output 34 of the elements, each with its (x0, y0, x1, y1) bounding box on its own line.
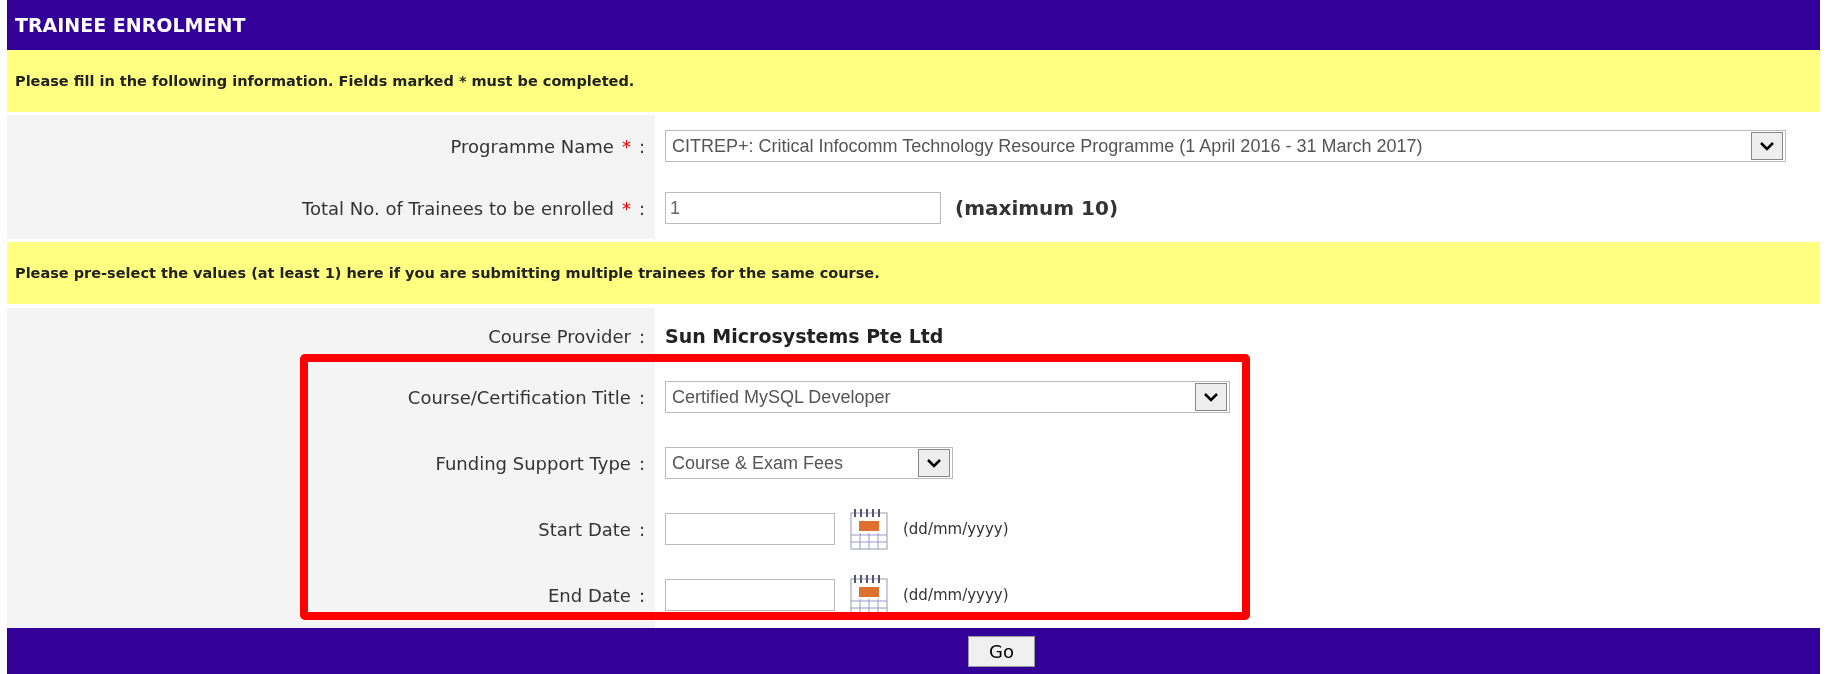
select-field[interactable]: CITREP+: Critical Infocomm Technology Resource Programme (1 April 2016 - 31 March 2017) (665, 130, 1786, 162)
go-button[interactable]: Go (968, 635, 1035, 667)
colon: : (638, 197, 645, 219)
field-label: Course/Certification Title (407, 386, 631, 408)
date-field[interactable] (665, 579, 835, 611)
colon: : (638, 325, 645, 347)
calendar-icon[interactable] (849, 507, 889, 551)
colon: : (638, 584, 645, 606)
dropdown-caret-icon[interactable] (1751, 132, 1783, 160)
colon: : (638, 518, 645, 540)
dropdown-caret-icon[interactable] (1195, 383, 1227, 411)
select-field[interactable]: Certified MySQL Developer (665, 381, 1230, 413)
field-label: Course Provider (488, 325, 631, 347)
dropdown-caret-icon[interactable] (918, 449, 950, 477)
field-label: Funding Support Type (435, 452, 631, 474)
required-mark: * (621, 197, 631, 219)
field-label: Programme Name (450, 135, 614, 157)
field-note: (maximum 10) (955, 196, 1119, 220)
colon: : (638, 452, 645, 474)
field-label: Start Date (538, 518, 631, 540)
date-format-hint: (dd/mm/yyyy) (903, 586, 1009, 604)
instruction-banner: Please fill in the following information. Fields marked * must be completed. (7, 50, 1820, 112)
colon: : (638, 386, 645, 408)
field-label: Total No. of Trainees to be enrolled (302, 197, 614, 219)
field-value: Sun Microsystems Pte Ltd (665, 325, 944, 347)
required-mark: * (621, 135, 631, 157)
section-title: TRAINEE ENROLMENT (7, 0, 1820, 50)
field-label: End Date (547, 584, 631, 606)
select-field[interactable]: Course & Exam Fees (665, 447, 953, 479)
date-field[interactable] (665, 513, 835, 545)
input-field[interactable]: 1 (665, 192, 941, 224)
instruction-banner: Please pre-select the values (at least 1) here if you are submitting multiple trainees for the same course. (7, 242, 1820, 304)
date-format-hint: (dd/mm/yyyy) (903, 520, 1009, 538)
colon: : (638, 135, 645, 157)
